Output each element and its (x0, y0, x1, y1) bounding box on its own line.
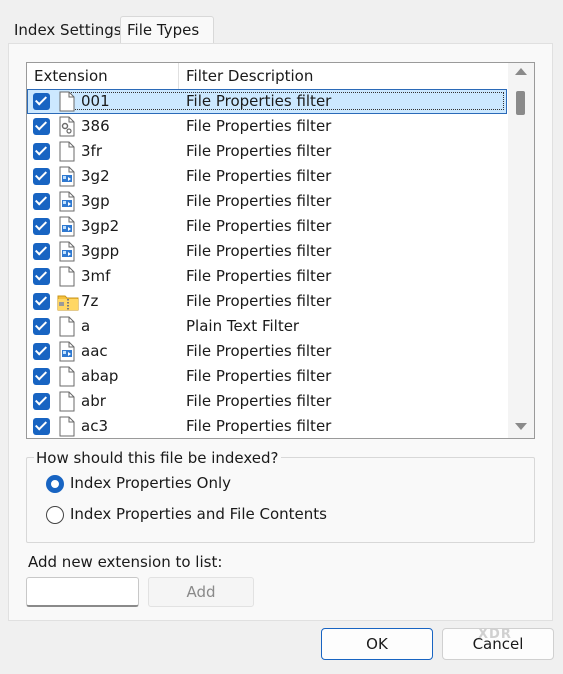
filter-description-cell: File Properties filter (186, 192, 332, 210)
extension-checkbox[interactable] (33, 193, 50, 210)
extension-cell: abr (81, 392, 106, 410)
filter-description-cell: File Properties filter (186, 92, 332, 110)
filter-description-cell: File Properties filter (186, 117, 332, 135)
blank-file-icon (57, 366, 77, 387)
blank-file-icon (57, 91, 77, 112)
list-item[interactable]: 3gpp File Properties filter (27, 239, 507, 264)
radio-label: Index Properties Only (70, 474, 231, 492)
extension-checkbox[interactable] (33, 343, 50, 360)
list-item[interactable]: ac3 File Properties filter (27, 414, 507, 438)
list-item[interactable]: 7z File Properties filter (27, 289, 507, 314)
filter-description-cell: File Properties filter (186, 142, 332, 160)
extension-cell: aac (81, 342, 108, 360)
blank-file-icon (57, 141, 77, 162)
zip-folder-icon (57, 291, 79, 312)
column-divider[interactable] (178, 63, 179, 89)
list-item[interactable]: a Plain Text Filter (27, 314, 507, 339)
index-method-group (26, 457, 535, 543)
extension-checkbox[interactable] (33, 393, 50, 410)
extension-cell: 3fr (81, 142, 102, 160)
list-item[interactable]: 3gp File Properties filter (27, 189, 507, 214)
filter-description-cell: File Properties filter (186, 267, 332, 285)
list-item[interactable]: 3mf File Properties filter (27, 264, 507, 289)
extension-cell: 3g2 (81, 167, 110, 185)
blank-file-icon (57, 391, 77, 412)
scroll-down-arrow-icon[interactable] (515, 423, 527, 430)
blank-file-icon (57, 266, 77, 287)
filter-description-cell: File Properties filter (186, 417, 332, 435)
extension-checkbox[interactable] (33, 118, 50, 135)
filter-description-cell: File Properties filter (186, 342, 332, 360)
list-item[interactable]: abap File Properties filter (27, 364, 507, 389)
extension-checkbox[interactable] (33, 143, 50, 160)
extension-checkbox[interactable] (33, 93, 50, 110)
list-item[interactable]: 3gp2 File Properties filter (27, 214, 507, 239)
extension-checkbox[interactable] (33, 318, 50, 335)
list-item[interactable]: 386 File Properties filter (27, 114, 507, 139)
list-item[interactable]: 001 File Properties filter (27, 89, 507, 114)
add-extension-label: Add new extension to list: (28, 553, 223, 571)
media-file-icon (57, 191, 77, 212)
blank-file-icon (57, 316, 77, 337)
tab-file-types[interactable]: File Types (120, 16, 214, 43)
media-file-icon (57, 216, 77, 237)
column-header-extension[interactable]: Extension (34, 67, 108, 85)
extension-checkbox[interactable] (33, 368, 50, 385)
extension-checkbox[interactable] (33, 243, 50, 260)
ok-button[interactable]: OK (321, 628, 433, 660)
extension-cell: ac3 (81, 417, 108, 435)
extension-cell: 3gp2 (81, 217, 120, 235)
extension-checkbox[interactable] (33, 293, 50, 310)
scroll-up-arrow-icon[interactable] (515, 68, 527, 75)
extension-cell: 3gp (81, 192, 110, 210)
radio-unselected-icon[interactable] (46, 506, 64, 524)
index-method-group-title: How should this file be indexed? (34, 449, 281, 467)
blank-file-icon (57, 416, 77, 437)
system-file-icon (57, 116, 77, 137)
list-item[interactable]: aac File Properties filter (27, 339, 507, 364)
filter-description-cell: File Properties filter (186, 292, 332, 310)
extension-checkbox[interactable] (33, 268, 50, 285)
media-file-icon (57, 341, 77, 362)
list-item[interactable]: 3g2 File Properties filter (27, 164, 507, 189)
media-file-icon (57, 166, 77, 187)
column-header-filter-description[interactable]: Filter Description (186, 67, 313, 85)
extension-cell: 001 (81, 92, 110, 110)
filter-description-cell: File Properties filter (186, 242, 332, 260)
vertical-scrollbar[interactable] (508, 63, 534, 438)
extension-checkbox[interactable] (33, 218, 50, 235)
list-rows: 001 File Properties filter 386 File Propert… (27, 89, 507, 438)
extension-cell: 7z (81, 292, 99, 310)
filter-description-cell: File Properties filter (186, 217, 332, 235)
extension-cell: 386 (81, 117, 110, 135)
add-button[interactable]: Add (148, 577, 254, 607)
list-header: Extension Filter Description (27, 63, 507, 90)
tab-index-settings[interactable]: Index Settings (8, 18, 122, 43)
extension-cell: abap (81, 367, 119, 385)
radio-label: Index Properties and File Contents (70, 505, 327, 523)
extension-checkbox[interactable] (33, 168, 50, 185)
file-type-list[interactable]: Extension Filter Description 001 File Pro… (26, 62, 535, 439)
list-item[interactable]: 3fr File Properties filter (27, 139, 507, 164)
media-file-icon (57, 241, 77, 262)
radio-selected-icon[interactable] (46, 475, 64, 493)
filter-description-cell: File Properties filter (186, 392, 332, 410)
extension-cell: 3mf (81, 267, 111, 285)
new-extension-input[interactable] (26, 577, 139, 607)
watermark-logo: XDR (478, 627, 512, 642)
filter-description-cell: Plain Text Filter (186, 317, 300, 335)
extension-checkbox[interactable] (33, 418, 50, 435)
filter-description-cell: File Properties filter (186, 167, 332, 185)
filter-description-cell: File Properties filter (186, 367, 332, 385)
extension-cell: 3gpp (81, 242, 120, 260)
scrollbar-thumb[interactable] (516, 91, 525, 115)
list-item[interactable]: abr File Properties filter (27, 389, 507, 414)
extension-cell: a (81, 317, 91, 335)
